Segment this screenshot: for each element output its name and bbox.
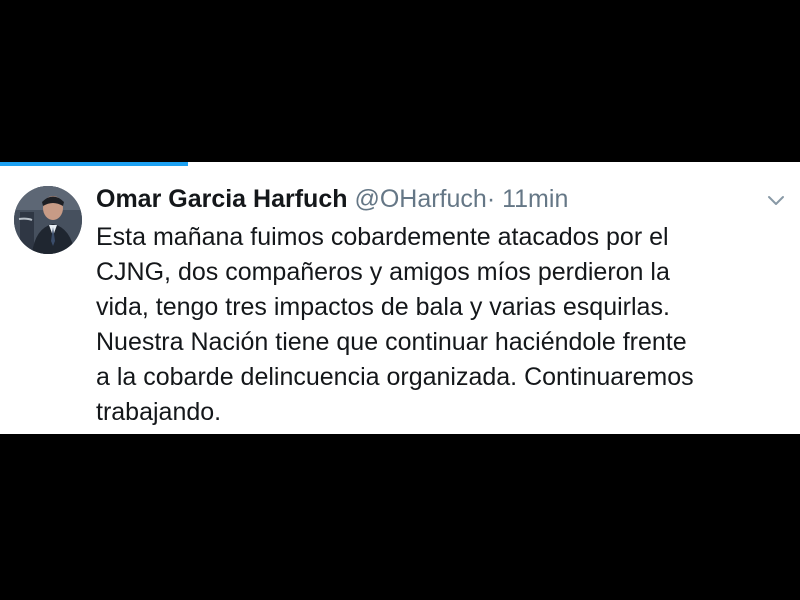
timestamp[interactable]: 11min xyxy=(502,185,568,213)
display-name[interactable]: Omar Garcia Harfuch xyxy=(96,185,348,213)
profile-photo-icon xyxy=(14,186,82,254)
tweet-header: Omar Garcia Harfuch @OHarfuch· 11min xyxy=(96,182,568,216)
tweet-text: Esta mañana fuimos cobardemente atacados… xyxy=(96,223,694,426)
chevron-down-icon[interactable] xyxy=(766,190,786,210)
user-handle[interactable]: @OHarfuch xyxy=(354,185,486,213)
tweet-card[interactable]: Omar Garcia Harfuch @OHarfuch· 11min Est… xyxy=(0,162,800,434)
screenshot-frame: Omar Garcia Harfuch @OHarfuch· 11min Est… xyxy=(0,0,800,600)
media-progress-fill xyxy=(0,162,188,166)
separator-dot: · xyxy=(486,185,496,213)
media-progress-track xyxy=(0,162,800,166)
avatar[interactable] xyxy=(14,186,82,254)
